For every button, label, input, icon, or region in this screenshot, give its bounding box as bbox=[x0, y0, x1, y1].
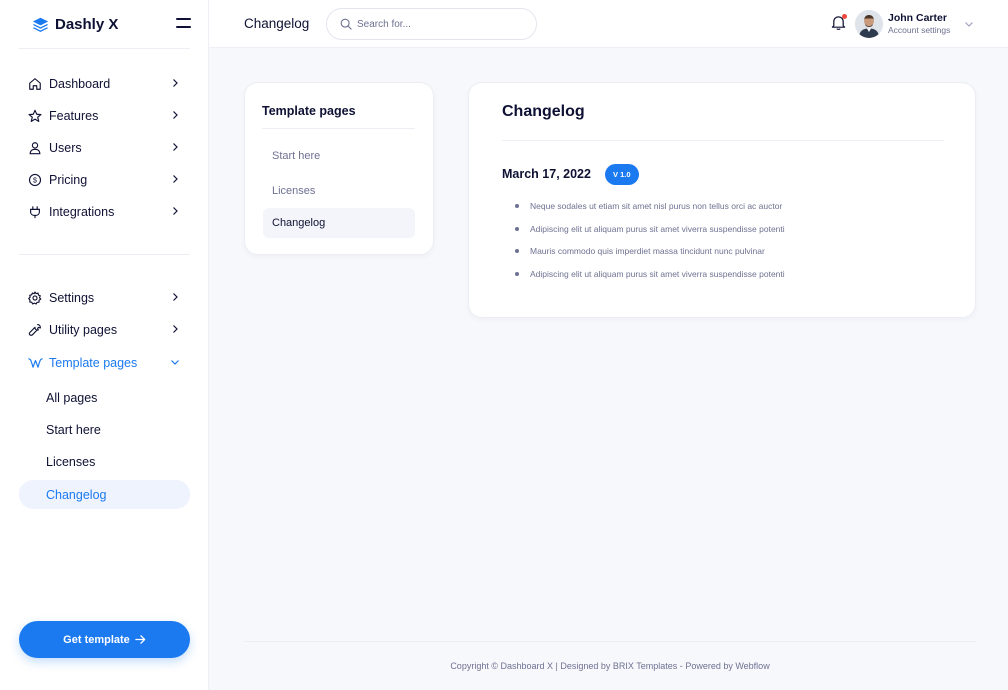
gear-icon bbox=[27, 290, 43, 306]
template-pages-title: Template pages bbox=[262, 104, 356, 118]
sidebar: Dashly X Dashboard Features Users $ Pric… bbox=[0, 0, 209, 690]
list-item: Neque sodales ut etiam sit amet nisl pur… bbox=[515, 200, 785, 223]
w-logo-icon bbox=[27, 355, 43, 371]
footer-separator: | bbox=[555, 661, 558, 671]
changelog-card: Changelog March 17, 2022 V 1.0 Neque sod… bbox=[468, 82, 976, 318]
chevron-right-icon bbox=[173, 79, 178, 87]
chevron-right-icon bbox=[173, 175, 178, 183]
sidebar-subitem-start-here[interactable]: Start here bbox=[19, 415, 190, 444]
chevron-right-icon bbox=[173, 143, 178, 151]
sidebar-item-label: Integrations bbox=[49, 205, 115, 219]
list-item: Adipiscing elit ut aliquam purus sit ame… bbox=[515, 223, 785, 246]
get-template-label: Get template bbox=[63, 633, 130, 646]
chevron-down-icon[interactable] bbox=[964, 19, 974, 29]
topbar: Changelog John Carter Account settings bbox=[209, 0, 1008, 48]
notifications-button[interactable] bbox=[831, 14, 847, 32]
change-list: Neque sodales ut etiam sit amet nisl pur… bbox=[515, 200, 785, 290]
get-template-button[interactable]: Get template bbox=[19, 621, 190, 658]
sidebar-item-label: Settings bbox=[49, 291, 95, 305]
footer: Copyright © Dashboard X | Designed by BR… bbox=[244, 661, 976, 671]
sidebar-divider bbox=[19, 254, 190, 255]
template-pages-card: Template pages Start here Licenses Chang… bbox=[244, 82, 434, 255]
sidebar-item-label: Features bbox=[49, 109, 99, 123]
footer-divider bbox=[244, 641, 976, 642]
notification-dot bbox=[842, 14, 847, 19]
sidebar-item-users[interactable]: Users bbox=[19, 134, 190, 162]
footer-designed-link[interactable]: Designed by BRIX Templates bbox=[560, 661, 677, 671]
menu-toggle-icon[interactable] bbox=[176, 18, 191, 30]
sidebar-item-pricing[interactable]: $ Pricing bbox=[19, 166, 190, 194]
chevron-right-icon bbox=[173, 207, 178, 215]
page-title: Changelog bbox=[244, 16, 310, 31]
sidebar-subitem-label: Changelog bbox=[46, 487, 107, 502]
sidebar-item-label: Dashboard bbox=[49, 77, 111, 91]
sidebar-item-settings[interactable]: Settings bbox=[19, 284, 190, 312]
chevron-right-icon bbox=[173, 325, 178, 333]
sidebar-subitem-changelog[interactable]: Changelog bbox=[19, 480, 190, 509]
account-settings-label[interactable]: Account settings bbox=[888, 25, 950, 35]
sidebar-item-label: Pricing bbox=[49, 173, 88, 187]
sidebar-subitem-label: Licenses bbox=[46, 454, 96, 469]
sidebar-item-label: Utility pages bbox=[49, 323, 118, 337]
dollar-icon: $ bbox=[27, 172, 43, 188]
search-box[interactable] bbox=[326, 8, 537, 40]
layers-logo-icon bbox=[32, 17, 49, 32]
user-name: John Carter bbox=[888, 12, 947, 24]
template-link-label: Licenses bbox=[272, 185, 316, 197]
changelog-title: Changelog bbox=[502, 103, 585, 120]
template-link-label: Start here bbox=[272, 150, 321, 162]
footer-dash: - bbox=[679, 661, 683, 671]
search-icon bbox=[340, 18, 352, 30]
arrow-right-icon bbox=[135, 635, 146, 644]
template-link-licenses[interactable]: Licenses bbox=[263, 176, 415, 206]
chevron-right-icon bbox=[173, 111, 178, 119]
sidebar-subitem-licenses[interactable]: Licenses bbox=[19, 447, 190, 476]
sidebar-item-label: Users bbox=[49, 141, 82, 155]
template-link-label: Changelog bbox=[272, 217, 326, 229]
card-divider bbox=[502, 140, 944, 141]
version-badge: V 1.0 bbox=[605, 164, 639, 185]
svg-text:$: $ bbox=[33, 178, 37, 185]
sidebar-divider bbox=[19, 48, 190, 49]
sidebar-item-template-pages[interactable]: Template pages bbox=[19, 349, 190, 377]
sidebar-item-label: Template pages bbox=[49, 356, 138, 370]
chevron-down-icon bbox=[171, 360, 179, 365]
home-icon bbox=[27, 76, 43, 92]
chevron-right-icon bbox=[173, 293, 178, 301]
release-date: March 17, 2022 bbox=[502, 167, 591, 181]
footer-powered-link[interactable]: Powered by Webflow bbox=[685, 661, 769, 671]
plug-icon bbox=[27, 204, 43, 220]
star-icon bbox=[27, 108, 43, 124]
wrench-icon bbox=[27, 322, 43, 338]
brand[interactable]: Dashly X bbox=[32, 13, 118, 35]
sidebar-subitem-label: Start here bbox=[46, 422, 101, 437]
sidebar-item-utility-pages[interactable]: Utility pages bbox=[19, 316, 190, 344]
card-divider bbox=[262, 128, 415, 129]
sidebar-item-dashboard[interactable]: Dashboard bbox=[19, 70, 190, 98]
sidebar-subitem-label: All pages bbox=[46, 390, 98, 405]
footer-copyright: Copyright © Dashboard X bbox=[450, 661, 553, 671]
template-link-changelog[interactable]: Changelog bbox=[263, 208, 415, 238]
avatar[interactable] bbox=[855, 10, 883, 38]
list-item: Mauris commodo quis imperdiet massa tinc… bbox=[515, 245, 785, 268]
sidebar-item-features[interactable]: Features bbox=[19, 102, 190, 130]
template-link-start-here[interactable]: Start here bbox=[263, 141, 415, 171]
sidebar-subitem-all-pages[interactable]: All pages bbox=[19, 383, 190, 412]
user-icon bbox=[27, 140, 43, 156]
list-item: Adipiscing elit ut aliquam purus sit ame… bbox=[515, 268, 785, 291]
brand-name: Dashly X bbox=[55, 15, 119, 33]
sidebar-item-integrations[interactable]: Integrations bbox=[19, 198, 190, 226]
user-avatar-icon bbox=[855, 10, 883, 38]
search-input[interactable] bbox=[357, 18, 517, 30]
